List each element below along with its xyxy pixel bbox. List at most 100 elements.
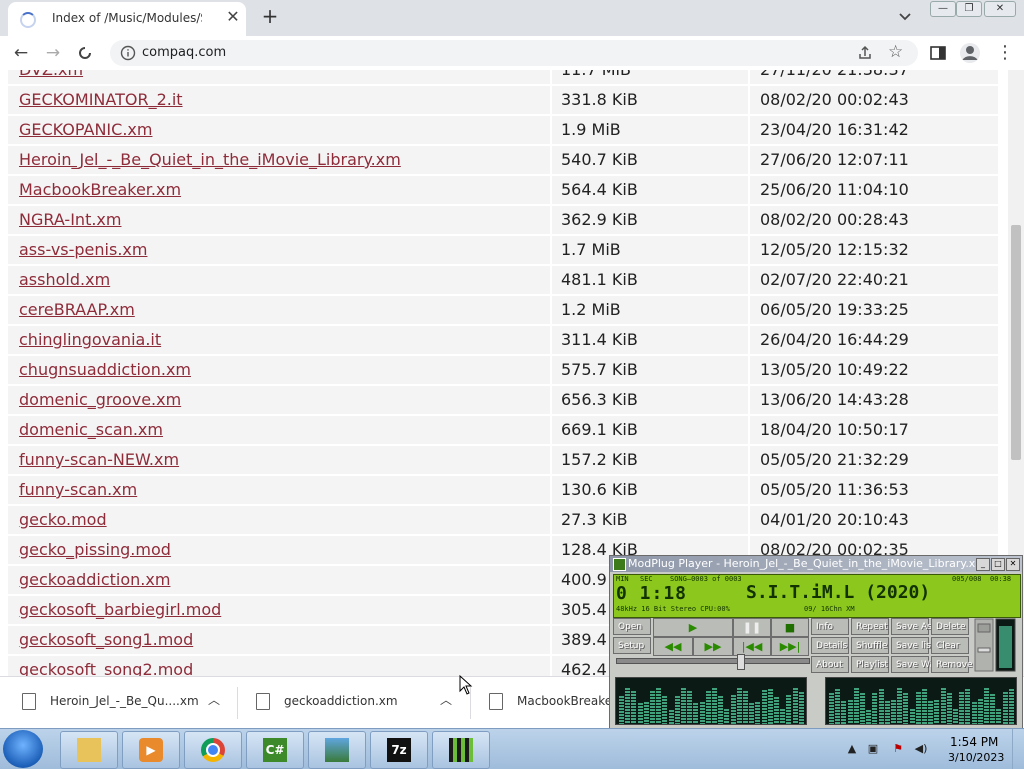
- network-icon[interactable]: ▣: [866, 742, 880, 756]
- file-link[interactable]: chinglingovania.it: [19, 330, 161, 349]
- table-row: chugnsuaddiction.xm 575.7 KiB 13/05/20 10:…: [8, 356, 998, 386]
- file-link[interactable]: ass-vs-penis.xm: [19, 240, 147, 259]
- file-link[interactable]: NGRA-Int.xm: [19, 210, 121, 229]
- fast-forward-icon[interactable]: ▶▶: [693, 637, 733, 656]
- chevron-up-icon[interactable]: ▲: [845, 742, 859, 756]
- playlist-button[interactable]: Playlist: [851, 656, 889, 673]
- address-bar[interactable]: compaq.com ☆: [110, 40, 918, 66]
- file-link[interactable]: domenic_scan.xm: [19, 420, 163, 439]
- close-icon[interactable]: ✕: [1006, 558, 1020, 571]
- file-link[interactable]: funny-scan.xm: [19, 480, 137, 499]
- spectrum-bar: [835, 689, 841, 724]
- taskbar-media-player[interactable]: ▶: [122, 731, 180, 769]
- repeat-button[interactable]: Repeat: [851, 618, 889, 635]
- sevenzip-icon: 7z: [387, 738, 411, 762]
- taskbar-explorer[interactable]: [60, 731, 118, 769]
- chevron-up-icon[interactable]: ︿: [208, 691, 220, 708]
- file-name-cell: Heroin_Jel_-_Be_Quiet_in_the_iMovie_Libr…: [8, 146, 550, 174]
- clock-date[interactable]: 3/10/2023: [948, 751, 1004, 764]
- next-icon[interactable]: ▶▶|: [771, 637, 809, 656]
- taskbar-chrome[interactable]: [184, 731, 242, 769]
- restore-button[interactable]: ❐: [956, 1, 982, 17]
- download-item[interactable]: MacbookBreaker.xm: [489, 677, 609, 729]
- folder-icon: [77, 738, 101, 762]
- download-item[interactable]: Heroin_Jel_-_Be_Qu....xm ︿: [22, 677, 232, 729]
- back-icon[interactable]: ←: [10, 42, 32, 64]
- file-link[interactable]: DVZ.xm: [19, 70, 83, 79]
- details-button[interactable]: Details: [811, 637, 849, 654]
- spectrum-bar: [724, 709, 730, 724]
- file-link[interactable]: geckoaddiction.xm: [19, 570, 170, 589]
- file-name-cell: GECKOPANIC.xm: [8, 116, 550, 144]
- taskbar-picture-viewer[interactable]: [308, 731, 366, 769]
- play-icon[interactable]: ▶: [653, 618, 733, 637]
- file-link[interactable]: GECKOPANIC.xm: [19, 120, 152, 139]
- clear-button[interactable]: Clear: [931, 637, 969, 654]
- position-slider[interactable]: [616, 658, 810, 664]
- delete-button[interactable]: Delete: [931, 618, 969, 635]
- menu-icon[interactable]: ⋮: [996, 42, 1014, 63]
- rewind-icon[interactable]: ◀◀: [653, 637, 693, 656]
- taskbar-csharp[interactable]: C#: [246, 731, 304, 769]
- spectrum-bar: [792, 688, 798, 724]
- save-wav-button[interactable]: Save Wav: [891, 656, 940, 673]
- save-list-button[interactable]: Save list: [891, 637, 934, 654]
- reload-icon[interactable]: [76, 44, 94, 62]
- download-item[interactable]: geckoaddiction.xm ︿: [256, 677, 466, 729]
- open-button[interactable]: Open: [613, 618, 651, 635]
- star-icon[interactable]: ☆: [888, 42, 903, 62]
- maximize-button[interactable]: □: [991, 558, 1005, 571]
- window-close-button[interactable]: ✕: [984, 1, 1016, 17]
- chevron-down-icon[interactable]: [896, 8, 914, 26]
- file-date-cell: 08/02/20 00:28:43: [750, 206, 998, 234]
- share-icon[interactable]: [856, 44, 874, 62]
- file-link[interactable]: geckosoft_barbiegirl.mod: [19, 600, 221, 619]
- info-icon[interactable]: [120, 45, 136, 61]
- setup-button[interactable]: Setup: [613, 637, 651, 654]
- file-link[interactable]: gecko.mod: [19, 510, 107, 529]
- flag-icon[interactable]: ⚑: [891, 742, 905, 756]
- minimize-button[interactable]: _: [976, 558, 990, 571]
- file-link[interactable]: asshold.xm: [19, 270, 110, 289]
- file-link[interactable]: Heroin_Jel_-_Be_Quiet_in_the_iMovie_Libr…: [19, 150, 401, 169]
- modplug-player-window[interactable]: ModPlug Player - Heroin_Jel_-_Be_Quiet_i…: [609, 555, 1023, 730]
- spectrum-bar: [705, 691, 711, 724]
- pause-icon[interactable]: ❚❚: [733, 618, 771, 637]
- close-icon[interactable]: ✕: [224, 8, 242, 26]
- spectrum-bar: [891, 700, 896, 724]
- file-link[interactable]: GECKOMINATOR_2.it: [19, 90, 183, 109]
- stop-icon[interactable]: ■: [771, 618, 809, 637]
- file-link[interactable]: MacbookBreaker.xm: [19, 180, 181, 199]
- taskbar-7zip[interactable]: 7z: [370, 731, 428, 769]
- about-button[interactable]: About: [811, 656, 849, 673]
- speaker-icon[interactable]: ◀): [914, 742, 928, 756]
- volume-meter[interactable]: [974, 618, 1016, 672]
- show-desktop-button[interactable]: [1012, 729, 1024, 769]
- file-link[interactable]: chugnsuaddiction.xm: [19, 360, 191, 379]
- file-link[interactable]: geckosoft_song1.mod: [19, 630, 193, 649]
- chevron-up-icon[interactable]: ︿: [440, 691, 452, 708]
- file-link[interactable]: gecko_pissing.mod: [19, 540, 171, 559]
- plus-icon[interactable]: +: [260, 6, 280, 26]
- profile-icon[interactable]: [959, 42, 981, 64]
- info-button[interactable]: Info: [811, 618, 849, 635]
- save-as-button[interactable]: Save As: [891, 618, 932, 635]
- file-link[interactable]: cereBRAAP.xm: [19, 300, 135, 319]
- file-link[interactable]: geckosoft_song2.mod: [19, 660, 193, 676]
- position-slider-thumb[interactable]: [736, 654, 745, 670]
- forward-icon[interactable]: →: [42, 42, 64, 64]
- taskbar-video[interactable]: [432, 731, 490, 769]
- file-name-cell: geckosoft_song1.mod: [8, 626, 550, 654]
- minimize-button[interactable]: —: [930, 1, 956, 17]
- scroll-thumb[interactable]: [1011, 225, 1021, 460]
- sidepanel-icon[interactable]: [929, 44, 947, 62]
- file-link[interactable]: funny-scan-NEW.xm: [19, 450, 179, 469]
- modplug-titlebar[interactable]: ModPlug Player - Heroin_Jel_-_Be_Quiet_i…: [610, 556, 1022, 572]
- file-link[interactable]: domenic_groove.xm: [19, 390, 181, 409]
- shuffle-button[interactable]: Shuffle: [851, 637, 889, 654]
- clock-time[interactable]: 1:54 PM: [950, 735, 998, 749]
- tab-active[interactable]: Index of /Music/Modules/Sample ✕: [8, 2, 246, 36]
- windows-start-icon[interactable]: [3, 730, 43, 768]
- remove-button[interactable]: Remove: [931, 656, 973, 673]
- spectrum-bar: [687, 691, 693, 724]
